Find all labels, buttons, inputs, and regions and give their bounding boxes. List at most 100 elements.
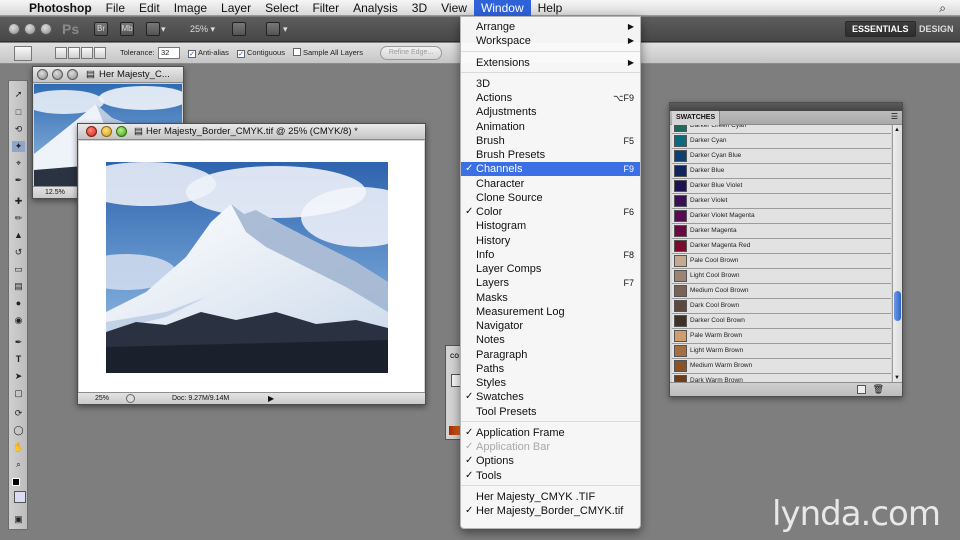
swatch-row[interactable]: Darker Blue xyxy=(672,164,891,179)
menu-item-options[interactable]: ✓ Options xyxy=(461,454,640,468)
minimize-window-button[interactable] xyxy=(24,23,36,35)
intersect-selection-button[interactable] xyxy=(94,47,106,59)
arrange-dropdown-icon[interactable]: ▾ xyxy=(283,22,288,36)
arrange-documents-button[interactable] xyxy=(266,22,280,36)
magic-wand-tool-preset-icon[interactable] xyxy=(14,46,32,61)
scroll-down-icon[interactable]: ▼ xyxy=(894,375,900,381)
doc-close-button[interactable] xyxy=(86,126,97,137)
swatch-color-chip[interactable] xyxy=(674,225,687,237)
foreground-color-swatch[interactable] xyxy=(12,478,20,486)
mini-bridge-button[interactable]: Mb xyxy=(120,22,134,36)
magic-wand-tool-icon[interactable]: ✦ xyxy=(12,141,25,152)
tolerance-input[interactable]: 32 xyxy=(158,47,180,59)
document-canvas[interactable] xyxy=(79,141,424,393)
swatch-color-chip[interactable] xyxy=(674,240,687,252)
zoom-status[interactable]: 12.5% xyxy=(45,187,65,198)
view-extras-button[interactable] xyxy=(146,22,160,36)
eraser-tool-icon[interactable]: ▭ xyxy=(12,264,25,275)
menu-select[interactable]: Select xyxy=(258,0,305,16)
swatch-color-chip[interactable] xyxy=(674,315,687,327)
swatch-color-chip[interactable] xyxy=(674,150,687,162)
menu-item-adjustments[interactable]: Adjustments xyxy=(461,105,640,119)
marquee-tool-icon[interactable]: □ xyxy=(12,107,25,118)
swatch-row[interactable]: Darker Green Cyan xyxy=(672,125,891,134)
swatch-row[interactable]: Darker Magenta Red xyxy=(672,239,891,254)
swatch-row[interactable]: Pale Warm Brown xyxy=(672,329,891,344)
menu-item-measurement-log[interactable]: Measurement Log xyxy=(461,305,640,319)
zoom-status[interactable]: 25% xyxy=(95,393,109,404)
menu-item-info[interactable]: Info F8 xyxy=(461,248,640,262)
swatch-row[interactable]: Light Cool Brown xyxy=(672,269,891,284)
move-tool-icon[interactable]: ➚ xyxy=(12,89,25,100)
swatch-color-chip[interactable] xyxy=(674,180,687,192)
menu-item-brush[interactable]: Brush F5 xyxy=(461,134,640,148)
lasso-tool-icon[interactable]: ⟲ xyxy=(12,124,25,135)
swatch-color-chip[interactable] xyxy=(674,285,687,297)
doc-zoom-button[interactable] xyxy=(116,126,127,137)
swatch-row[interactable]: Darker Magenta xyxy=(672,224,891,239)
clone-stamp-tool-icon[interactable]: ▲ xyxy=(12,230,25,241)
swatch-row[interactable]: Darker Violet Magenta xyxy=(672,209,891,224)
shape-tool-icon[interactable]: ▢ xyxy=(12,388,25,399)
panel-header[interactable] xyxy=(670,103,902,111)
menu-item-tool-presets[interactable]: Tool Presets xyxy=(461,405,640,419)
swatch-row[interactable]: Dark Cool Brown xyxy=(672,299,891,314)
menu-item-masks[interactable]: Masks xyxy=(461,291,640,305)
menu-view[interactable]: View xyxy=(434,0,474,16)
blur-tool-icon[interactable]: ● xyxy=(12,298,25,309)
menu-file[interactable]: File xyxy=(99,0,132,16)
document-titlebar[interactable]: ▤ Her Majesty_Border_CMYK.tif @ 25% (CMY… xyxy=(78,124,425,140)
gradient-tool-icon[interactable]: ▤ xyxy=(12,281,25,292)
new-swatch-icon[interactable] xyxy=(857,385,866,394)
menu-filter[interactable]: Filter xyxy=(305,0,346,16)
dodge-tool-icon[interactable]: ◉ xyxy=(12,315,25,326)
doc-minimize-button[interactable] xyxy=(52,69,63,80)
swatch-color-chip[interactable] xyxy=(674,135,687,147)
swatch-scrollbar[interactable]: ▲ ▼ xyxy=(892,125,902,383)
delete-swatch-icon[interactable]: 🗑 xyxy=(873,384,884,395)
menu-item-her-majesty-cmyk-tif[interactable]: Her Majesty_CMYK .TIF xyxy=(461,490,640,504)
status-menu-arrow-icon[interactable]: ▶ xyxy=(268,393,274,404)
panel-menu-icon[interactable]: ☰ xyxy=(891,112,898,121)
swatch-color-chip[interactable] xyxy=(674,125,687,132)
menu-item-her-majesty-border-cmyk-tif[interactable]: ✓ Her Majesty_Border_CMYK.tif xyxy=(461,504,640,518)
zoom-window-button[interactable] xyxy=(40,23,52,35)
background-color-swatch[interactable] xyxy=(14,491,26,503)
close-window-button[interactable] xyxy=(8,23,20,35)
menu-item-layers[interactable]: Layers F7 xyxy=(461,276,640,290)
document-titlebar[interactable]: ▤ Her Majesty_C... xyxy=(33,67,183,83)
swatch-color-chip[interactable] xyxy=(674,165,687,177)
swatch-color-chip[interactable] xyxy=(674,360,687,372)
swatch-row[interactable]: Darker Blue Violet xyxy=(672,179,891,194)
type-tool-icon[interactable]: T xyxy=(12,354,25,365)
add-to-selection-button[interactable] xyxy=(68,47,80,59)
menu-item-animation[interactable]: Animation xyxy=(461,120,640,134)
crop-tool-icon[interactable]: ⌖ xyxy=(12,158,25,169)
healing-brush-tool-icon[interactable]: ✚ xyxy=(12,196,25,207)
launch-bridge-button[interactable]: Br xyxy=(94,22,108,36)
menu-item-color[interactable]: ✓ Color F6 xyxy=(461,205,640,219)
swatch-row[interactable]: Darker Violet xyxy=(672,194,891,209)
swatch-row[interactable]: Light Warm Brown xyxy=(672,344,891,359)
menu-help[interactable]: Help xyxy=(531,0,570,16)
menu-item-actions[interactable]: Actions ⌥F9 xyxy=(461,91,640,105)
menu-item-styles[interactable]: Styles xyxy=(461,376,640,390)
subtract-from-selection-button[interactable] xyxy=(81,47,93,59)
eyedropper-tool-icon[interactable]: ✒ xyxy=(12,175,25,186)
menu-item-tools[interactable]: ✓ Tools xyxy=(461,469,640,483)
swatch-color-chip[interactable] xyxy=(674,195,687,207)
workspace-essentials-button[interactable]: ESSENTIALS xyxy=(845,21,916,37)
menu-item-navigator[interactable]: Navigator xyxy=(461,319,640,333)
scroll-up-icon[interactable]: ▲ xyxy=(894,127,900,133)
menu-item-notes[interactable]: Notes xyxy=(461,333,640,347)
sample-all-layers-checkbox[interactable]: Sample All Layers xyxy=(293,48,363,58)
menu-layer[interactable]: Layer xyxy=(214,0,258,16)
swatch-color-chip[interactable] xyxy=(674,300,687,312)
zoom-tool-icon[interactable]: ⌕ xyxy=(12,459,25,470)
zoom-level-dropdown[interactable]: 25% ▾ xyxy=(190,22,215,36)
workspace-design-button[interactable]: DESIGN xyxy=(912,21,960,37)
menu-item-3d[interactable]: 3D xyxy=(461,77,640,91)
swatch-color-chip[interactable] xyxy=(674,270,687,282)
doc-close-button[interactable] xyxy=(37,69,48,80)
3d-rotate-tool-icon[interactable]: ⟳ xyxy=(12,408,25,419)
